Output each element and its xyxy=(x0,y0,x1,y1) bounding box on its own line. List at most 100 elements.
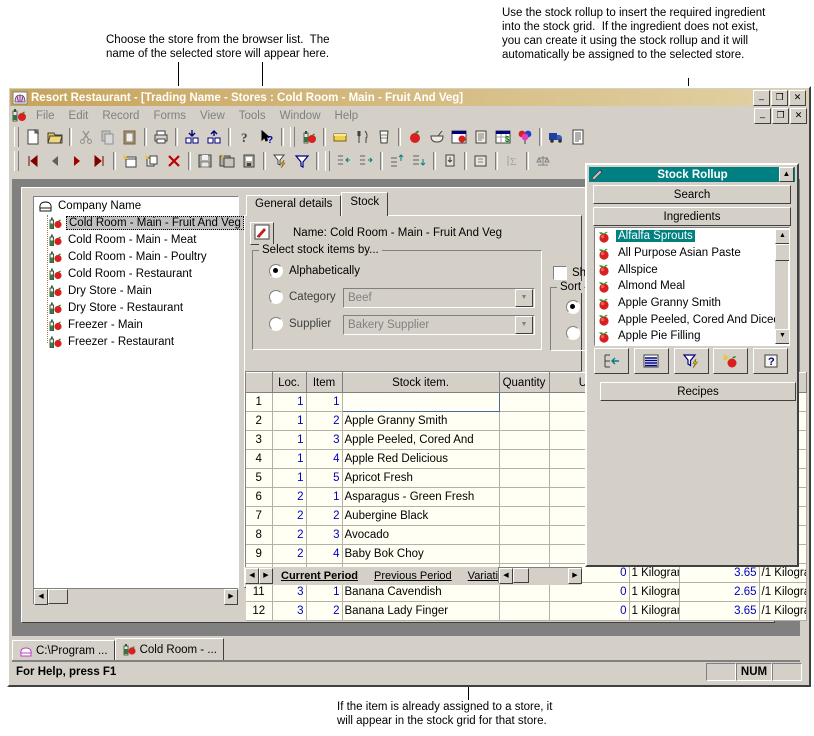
cell-quantity[interactable]: 0 xyxy=(549,601,630,621)
cell-price[interactable]: 3.65 xyxy=(679,601,760,621)
cell-rownum[interactable]: 5 xyxy=(246,468,273,488)
new-ingredient-icon[interactable] xyxy=(713,348,749,374)
tree-item-6[interactable]: Freezer - Main xyxy=(34,316,238,333)
cell-item[interactable]: 1 xyxy=(306,392,343,412)
tree-item-3[interactable]: Cold Room - Restaurant xyxy=(34,265,238,282)
delivery-truck-icon[interactable] xyxy=(545,127,567,148)
rollup-recipes-button[interactable]: Recipes xyxy=(600,382,796,401)
cell-item[interactable]: 5 xyxy=(306,468,343,488)
list-item[interactable]: Apple Red Delicious xyxy=(595,345,771,346)
filter-apply-icon[interactable] xyxy=(269,151,291,172)
col-quantity[interactable]: Quantity xyxy=(499,372,550,393)
cell-item[interactable]: 4 xyxy=(306,449,343,469)
cell-qty-spacer[interactable] xyxy=(499,487,550,507)
show-checkbox[interactable]: Sh xyxy=(553,266,586,280)
indent-left-icon[interactable] xyxy=(333,151,355,172)
menu-item-forms[interactable]: Forms xyxy=(146,109,193,123)
measuring-jug-icon[interactable] xyxy=(373,127,395,148)
new-document-icon[interactable] xyxy=(22,127,44,148)
radio-category[interactable]: Category xyxy=(269,290,336,304)
cell-stock-item[interactable]: Apple Granny Smith xyxy=(342,411,500,431)
grid-horizontal-scrollbar[interactable]: ◀ ▶ xyxy=(498,567,582,584)
cell-stock-item[interactable]: Apple Red Delicious xyxy=(342,449,500,469)
bottle-apple-icon[interactable] xyxy=(298,127,320,148)
list-view-icon[interactable] xyxy=(633,348,669,374)
col-item[interactable]: Item xyxy=(306,372,343,393)
cell-loc[interactable]: 1 xyxy=(272,430,307,450)
cell-per[interactable]: /1 Kilogram xyxy=(759,601,807,621)
menu-item-tools[interactable]: Tools xyxy=(232,109,273,123)
list-item[interactable]: All Purpose Asian Paste xyxy=(595,245,771,262)
mdi-close-button[interactable]: ✕ xyxy=(790,107,807,124)
toolbar-grip[interactable] xyxy=(14,127,19,147)
stock-grid[interactable]: Loc. Item Stock item. Quantity Unit P xyxy=(245,371,807,621)
collapse-tree-icon[interactable] xyxy=(181,127,203,148)
cell-qty-spacer[interactable] xyxy=(499,506,550,526)
recipe-book-icon[interactable] xyxy=(470,127,492,148)
list-item[interactable]: Apple Pie Filling xyxy=(595,328,771,345)
rollup-scroll-thumb[interactable] xyxy=(775,244,789,261)
cell-loc[interactable]: 2 xyxy=(272,525,307,545)
cell-item[interactable]: 2 xyxy=(306,411,343,431)
balloons-icon[interactable] xyxy=(514,127,536,148)
cell-item[interactable]: 1 xyxy=(306,582,343,602)
cell-qty-spacer[interactable] xyxy=(499,525,550,545)
cell-rownum[interactable]: 6 xyxy=(246,487,273,507)
cell-stock-item[interactable]: Apple Peeled, Cored And xyxy=(342,430,500,450)
cell-qty-spacer[interactable] xyxy=(499,468,550,488)
cutlery-icon[interactable] xyxy=(351,127,373,148)
menu-item-view[interactable]: View xyxy=(193,109,232,123)
stock-take-icon[interactable] xyxy=(448,127,470,148)
insert-item-icon[interactable] xyxy=(594,348,629,374)
rollup-title-bar[interactable]: Stock Rollup ▲ xyxy=(589,167,795,182)
list-item[interactable]: Almond Meal xyxy=(595,278,771,295)
rollup-scroll-up-button[interactable]: ▲ xyxy=(775,229,789,244)
period-tab-current[interactable]: Current Period xyxy=(273,570,366,582)
tree-hscroll-thumb[interactable] xyxy=(48,589,68,604)
cell-loc[interactable]: 2 xyxy=(272,544,307,564)
cell-unit[interactable]: 1 Kilogram xyxy=(629,601,680,621)
tab-general-details[interactable]: General details xyxy=(246,195,342,216)
col-stock-item[interactable]: Stock item. xyxy=(342,372,500,393)
period-next-button[interactable]: ▶ xyxy=(259,568,273,584)
edit-name-button[interactable] xyxy=(250,222,274,245)
demote-icon[interactable] xyxy=(408,151,430,172)
cell-qty-spacer[interactable] xyxy=(499,544,550,564)
menu-item-help[interactable]: Help xyxy=(328,109,366,123)
apple-icon[interactable] xyxy=(404,127,426,148)
help-icon[interactable]: ? xyxy=(234,127,256,148)
filter-icon-2[interactable] xyxy=(673,348,709,374)
chevron-down-icon[interactable]: ▼ xyxy=(515,289,533,307)
period-tab-previous[interactable]: Previous Period xyxy=(366,570,460,582)
filter-icon[interactable] xyxy=(291,151,313,172)
pin-up-icon[interactable]: ▲ xyxy=(779,167,794,182)
cell-loc[interactable]: 3 xyxy=(272,601,307,621)
col-loc[interactable]: Loc. xyxy=(272,372,307,393)
table-row[interactable]: 1232Banana Lady Finger 01 Kilogram3.65/1 … xyxy=(246,601,807,621)
tree-item-1[interactable]: Cold Room - Main - Meat xyxy=(34,231,238,248)
rollup-ingredient-list[interactable]: Alfalfa Sprouts All Purpose Asian Paste Al… xyxy=(594,227,790,346)
tree-item-2[interactable]: Cold Room - Main - Poultry xyxy=(34,248,238,265)
cell-rownum[interactable]: 1 xyxy=(246,392,273,412)
cell-item[interactable]: 2 xyxy=(306,601,343,621)
cell-per[interactable]: /1 Kilogram xyxy=(759,582,807,602)
cell-rownum[interactable]: 9 xyxy=(246,544,273,564)
col-rownum[interactable] xyxy=(246,372,273,393)
import-icon[interactable] xyxy=(439,151,461,172)
previous-record-icon[interactable] xyxy=(44,151,66,172)
cell-loc[interactable]: 1 xyxy=(272,468,307,488)
chevron-down-icon-2[interactable]: ▼ xyxy=(515,316,533,334)
cell-stock-item[interactable]: Banana Cavendish xyxy=(342,582,500,602)
cell-stock-item[interactable]: Avocado xyxy=(342,525,500,545)
rollup-search-button[interactable]: Search xyxy=(593,185,791,204)
help-icon-2[interactable]: ? xyxy=(753,348,788,374)
tree-item-0[interactable]: Cold Room - Main - Fruit And Veg xyxy=(34,214,244,231)
restore-button[interactable]: ❐ xyxy=(771,89,788,106)
minimize-button[interactable]: _ xyxy=(753,89,770,106)
tree-item-4[interactable]: Dry Store - Main xyxy=(34,282,238,299)
butter-icon[interactable] xyxy=(329,127,351,148)
grid-hscroll-thumb[interactable] xyxy=(513,568,529,583)
open-folder-icon[interactable] xyxy=(44,127,66,148)
mdi-restore-button[interactable]: ❐ xyxy=(772,107,789,124)
rollup-list-scrollbar[interactable]: ▲ ▼ xyxy=(775,229,789,344)
